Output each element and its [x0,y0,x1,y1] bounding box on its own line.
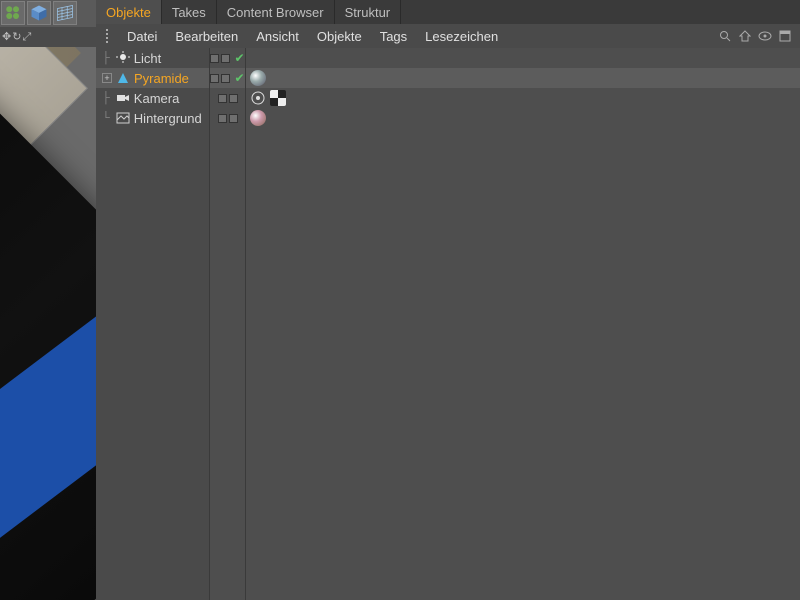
transform-tools[interactable]: ✥ ↻ ⤢ [0,27,96,47]
object-label: Kamera [134,91,180,106]
tab-objekte[interactable]: Objekte [96,0,162,24]
object-manager: ├ Licht + Pyramide ├ Kamera └ Hintergrun… [96,48,800,600]
object-label: Hintergrund [134,111,202,126]
visibility-toggles[interactable]: ✔ [210,48,245,68]
menu-ansicht[interactable]: Ansicht [247,24,308,48]
expand-toggle[interactable]: + [102,73,112,83]
menu-tags[interactable]: Tags [371,24,416,48]
drag-handle-icon[interactable] [100,29,114,43]
tag-row [246,68,800,88]
background-icon [116,111,130,125]
object-row-kamera[interactable]: ├ Kamera [96,88,209,108]
tag-row [246,88,800,108]
visibility-toggles[interactable] [210,108,245,128]
checker-tag[interactable] [270,90,286,106]
menu-lesezeichen[interactable]: Lesezeichen [416,24,507,48]
check-icon: ✔ [234,71,244,85]
check-icon: ✔ [234,51,244,65]
home-icon[interactable] [738,29,752,43]
maximize-icon[interactable] [778,29,792,43]
app-toolbar [0,0,96,27]
menu-bearbeiten[interactable]: Bearbeiten [166,24,247,48]
transform-glyphs: ✥ ↻ ⤢ [2,30,30,44]
tag-row [246,108,800,128]
menu-objekte[interactable]: Objekte [308,24,371,48]
search-icon[interactable] [718,29,732,43]
tags-column [246,48,800,600]
viewport-preview[interactable]: Cinema ab V [0,47,96,600]
object-row-pyramide[interactable]: + Pyramide [96,68,209,88]
object-row-licht[interactable]: ├ Licht [96,48,209,68]
visibility-toggles[interactable] [210,88,245,108]
menu-datei[interactable]: Datei [118,24,166,48]
visibility-toggles[interactable]: ✔ [210,68,245,88]
visibility-column: ✔ ✔ [210,48,246,600]
object-label: Licht [134,51,161,66]
material2-tag[interactable] [250,110,266,126]
material-tag[interactable] [250,70,266,86]
pyramid-icon [116,71,130,85]
cube-icon[interactable] [27,1,51,25]
tab-struktur[interactable]: Struktur [335,0,402,24]
object-tree: ├ Licht + Pyramide ├ Kamera └ Hintergrun… [96,48,210,600]
eye-icon[interactable] [758,29,772,43]
grid-icon[interactable] [53,1,77,25]
object-label: Pyramide [134,71,189,86]
tab-takes[interactable]: Takes [162,0,217,24]
target-tag[interactable] [250,90,266,106]
tab-content-browser[interactable]: Content Browser [217,0,335,24]
tag-row [246,48,800,68]
light-icon [116,51,130,65]
camera-icon [116,91,130,105]
panel-tabs: Objekte Takes Content Browser Struktur [96,0,800,24]
plugins-icon[interactable] [1,1,25,25]
object-row-hintergrund[interactable]: └ Hintergrund [96,108,209,128]
object-manager-menubar: Datei Bearbeiten Ansicht Objekte Tags Le… [96,24,800,48]
